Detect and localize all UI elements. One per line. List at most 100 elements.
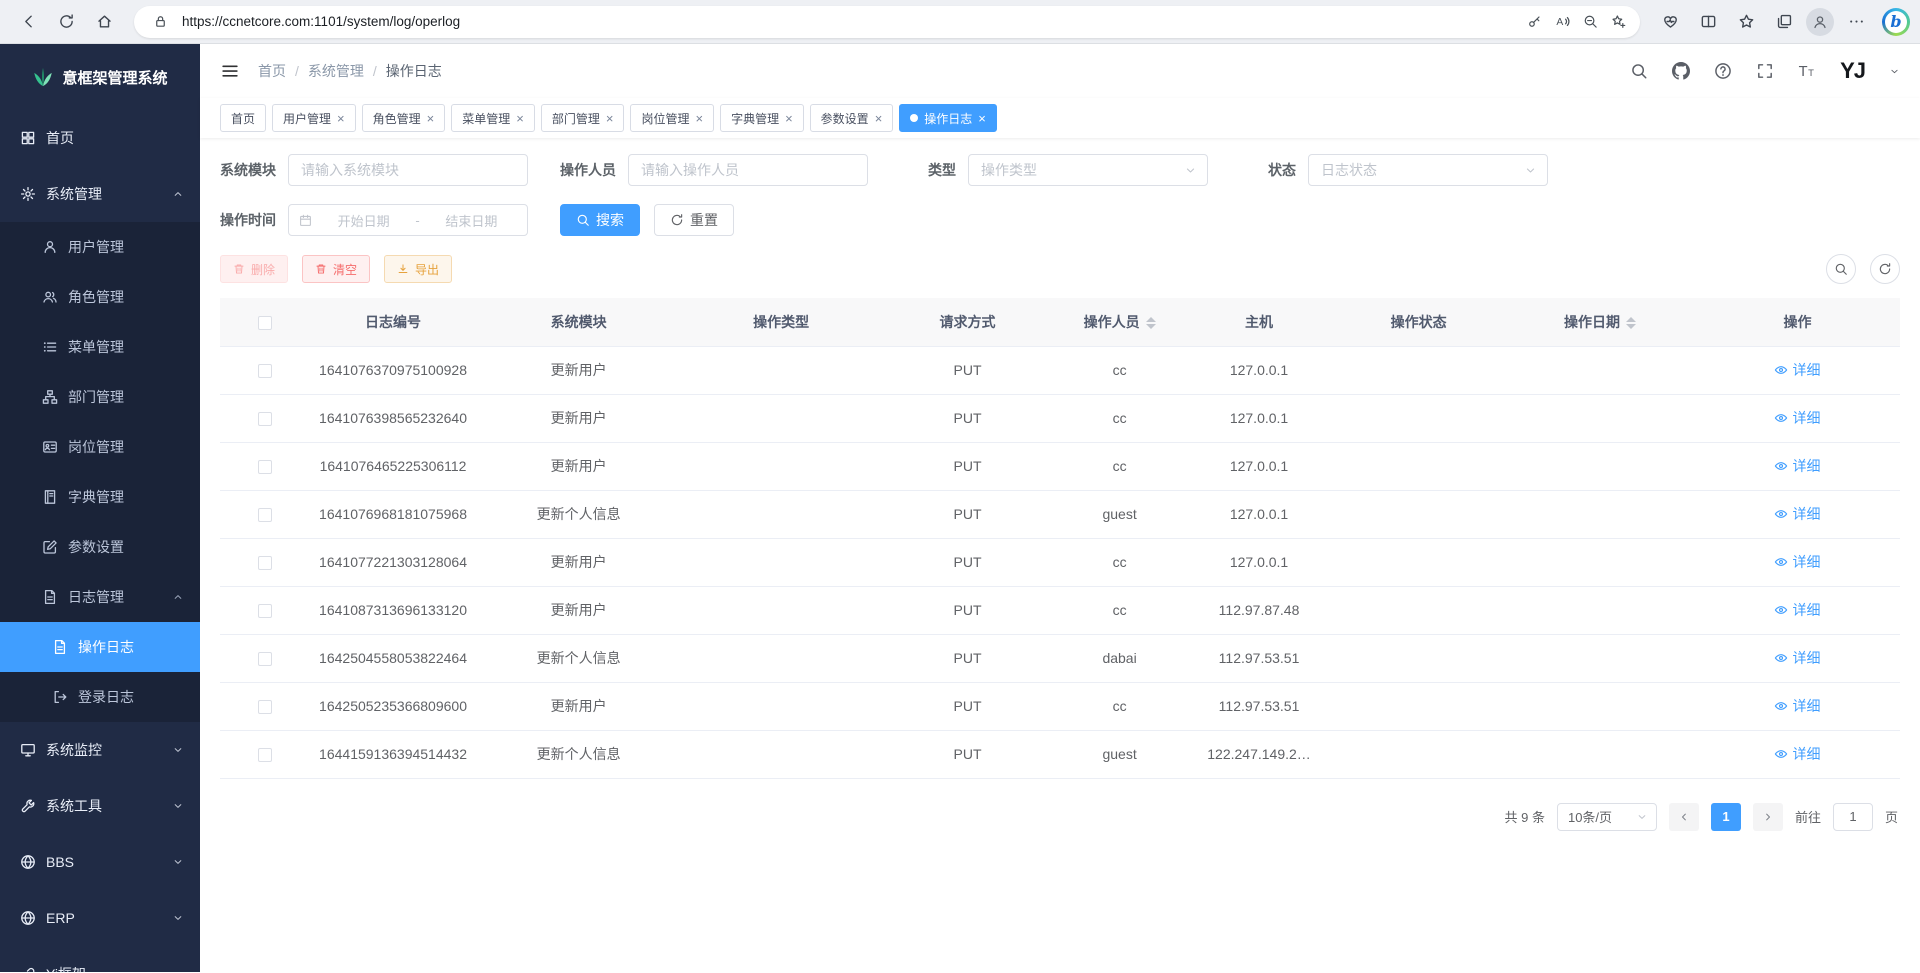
browser-menu-button[interactable] (1838, 5, 1874, 39)
user-caret-down-icon[interactable] (1889, 66, 1900, 77)
browser-essentials-button[interactable] (1652, 5, 1688, 39)
date-range-picker[interactable]: 开始日期 - 结束日期 (288, 204, 528, 236)
tab-8[interactable]: 操作日志× (899, 104, 997, 132)
home-button[interactable] (86, 5, 122, 39)
help-icon[interactable] (1714, 62, 1732, 80)
row-checkbox[interactable] (258, 412, 272, 426)
select-all-checkbox[interactable] (258, 316, 272, 330)
favorites-button[interactable] (1728, 5, 1764, 39)
tab-close-icon[interactable]: × (337, 112, 345, 125)
user-logo[interactable]: YJ (1840, 58, 1865, 84)
tab-close-icon[interactable]: × (695, 112, 703, 125)
back-button[interactable] (10, 5, 46, 39)
delete-button[interactable]: 删除 (220, 255, 288, 283)
tab-1[interactable]: 用户管理× (272, 104, 356, 132)
page-number-1[interactable]: 1 (1711, 803, 1741, 831)
refresh-table-button[interactable] (1870, 254, 1900, 284)
tab-close-icon[interactable]: × (785, 112, 793, 125)
tab-close-icon[interactable]: × (606, 112, 614, 125)
operator-input[interactable] (628, 154, 868, 186)
breadcrumb-item[interactable]: 首页 (258, 61, 286, 81)
row-checkbox[interactable] (258, 748, 272, 762)
sidebar-toggle-icon[interactable] (220, 61, 240, 81)
detail-link[interactable]: 详细 (1774, 408, 1820, 428)
sidebar-item-8[interactable]: 参数设置 (0, 522, 200, 572)
export-button[interactable]: 导出 (384, 255, 452, 283)
row-checkbox[interactable] (258, 556, 272, 570)
tab-close-icon[interactable]: × (516, 112, 524, 125)
split-screen-button[interactable] (1690, 5, 1726, 39)
tab-3[interactable]: 菜单管理× (451, 104, 535, 132)
lock-icon[interactable] (146, 8, 174, 36)
start-date-placeholder[interactable]: 开始日期 (318, 211, 409, 230)
github-icon[interactable] (1672, 62, 1690, 80)
next-page-button[interactable] (1753, 803, 1783, 831)
tab-close-icon[interactable]: × (427, 112, 435, 125)
row-checkbox[interactable] (258, 508, 272, 522)
reset-button[interactable]: 重置 (654, 204, 734, 236)
status-select[interactable]: 日志状态 (1308, 154, 1548, 186)
sort-carets-icon[interactable] (1626, 317, 1636, 329)
type-select[interactable]: 操作类型 (968, 154, 1208, 186)
sidebar-item-0[interactable]: 首页 (0, 110, 200, 166)
sidebar-item-13[interactable]: 系统工具 (0, 778, 200, 834)
refresh-button[interactable] (48, 5, 84, 39)
detail-link[interactable]: 详细 (1774, 360, 1820, 380)
sort-carets-icon[interactable] (1146, 317, 1156, 329)
row-checkbox[interactable] (258, 652, 272, 666)
sidebar-item-5[interactable]: 部门管理 (0, 372, 200, 422)
header-search-icon[interactable] (1630, 62, 1648, 80)
sidebar-item-12[interactable]: 系统监控 (0, 722, 200, 778)
column-header-7[interactable]: 操作日期 (1505, 298, 1695, 346)
detail-link[interactable]: 详细 (1774, 504, 1820, 524)
sidebar-item-4[interactable]: 菜单管理 (0, 322, 200, 372)
detail-link[interactable]: 详细 (1774, 552, 1820, 572)
column-header-4[interactable]: 操作人员 (1053, 298, 1186, 346)
zoom-out-icon[interactable] (1576, 8, 1604, 36)
page-size-select[interactable]: 10条/页 (1557, 803, 1657, 831)
font-size-icon[interactable]: TT (1798, 62, 1816, 80)
search-button[interactable]: 搜索 (560, 204, 640, 236)
sidebar-item-2[interactable]: 用户管理 (0, 222, 200, 272)
tab-5[interactable]: 岗位管理× (630, 104, 714, 132)
sidebar-item-10[interactable]: 操作日志 (0, 622, 200, 672)
detail-link[interactable]: 详细 (1774, 600, 1820, 620)
url-text[interactable]: https://ccnetcore.com:1101/system/log/op… (182, 14, 1520, 29)
sidebar-item-7[interactable]: 字典管理 (0, 472, 200, 522)
detail-link[interactable]: 详细 (1774, 456, 1820, 476)
tab-2[interactable]: 角色管理× (362, 104, 446, 132)
sidebar-item-3[interactable]: 角色管理 (0, 272, 200, 322)
sidebar-item-14[interactable]: BBS (0, 834, 200, 890)
read-aloud-icon[interactable]: A (1548, 8, 1576, 36)
end-date-placeholder[interactable]: 结束日期 (426, 211, 517, 230)
detail-link[interactable]: 详细 (1774, 744, 1820, 764)
clear-button[interactable]: 清空 (302, 255, 370, 283)
sidebar-item-15[interactable]: ERP (0, 890, 200, 946)
row-checkbox[interactable] (258, 604, 272, 618)
row-checkbox[interactable] (258, 364, 272, 378)
tab-close-icon[interactable]: × (875, 112, 883, 125)
sidebar-item-1[interactable]: 系统管理 (0, 166, 200, 222)
tab-6[interactable]: 字典管理× (720, 104, 804, 132)
fullscreen-icon[interactable] (1756, 62, 1774, 80)
detail-link[interactable]: 详细 (1774, 696, 1820, 716)
row-checkbox[interactable] (258, 460, 272, 474)
tab-0[interactable]: 首页 (220, 104, 266, 132)
sidebar-item-16[interactable]: Yi框架 (0, 946, 200, 972)
sidebar-item-11[interactable]: 登录日志 (0, 672, 200, 722)
module-input[interactable] (288, 154, 528, 186)
collections-button[interactable] (1766, 5, 1802, 39)
row-checkbox[interactable] (258, 700, 272, 714)
address-bar[interactable]: https://ccnetcore.com:1101/system/log/op… (134, 6, 1640, 38)
tab-4[interactable]: 部门管理× (541, 104, 625, 132)
tab-7[interactable]: 参数设置× (810, 104, 894, 132)
sidebar-item-6[interactable]: 岗位管理 (0, 422, 200, 472)
bing-icon[interactable]: b (1882, 8, 1910, 36)
profile-avatar[interactable] (1806, 8, 1834, 36)
detail-link[interactable]: 详细 (1774, 648, 1820, 668)
toggle-search-button[interactable] (1826, 254, 1856, 284)
goto-page-input[interactable] (1833, 803, 1873, 831)
password-key-icon[interactable] (1520, 8, 1548, 36)
prev-page-button[interactable] (1669, 803, 1699, 831)
breadcrumb-item[interactable]: 系统管理 (308, 61, 364, 81)
